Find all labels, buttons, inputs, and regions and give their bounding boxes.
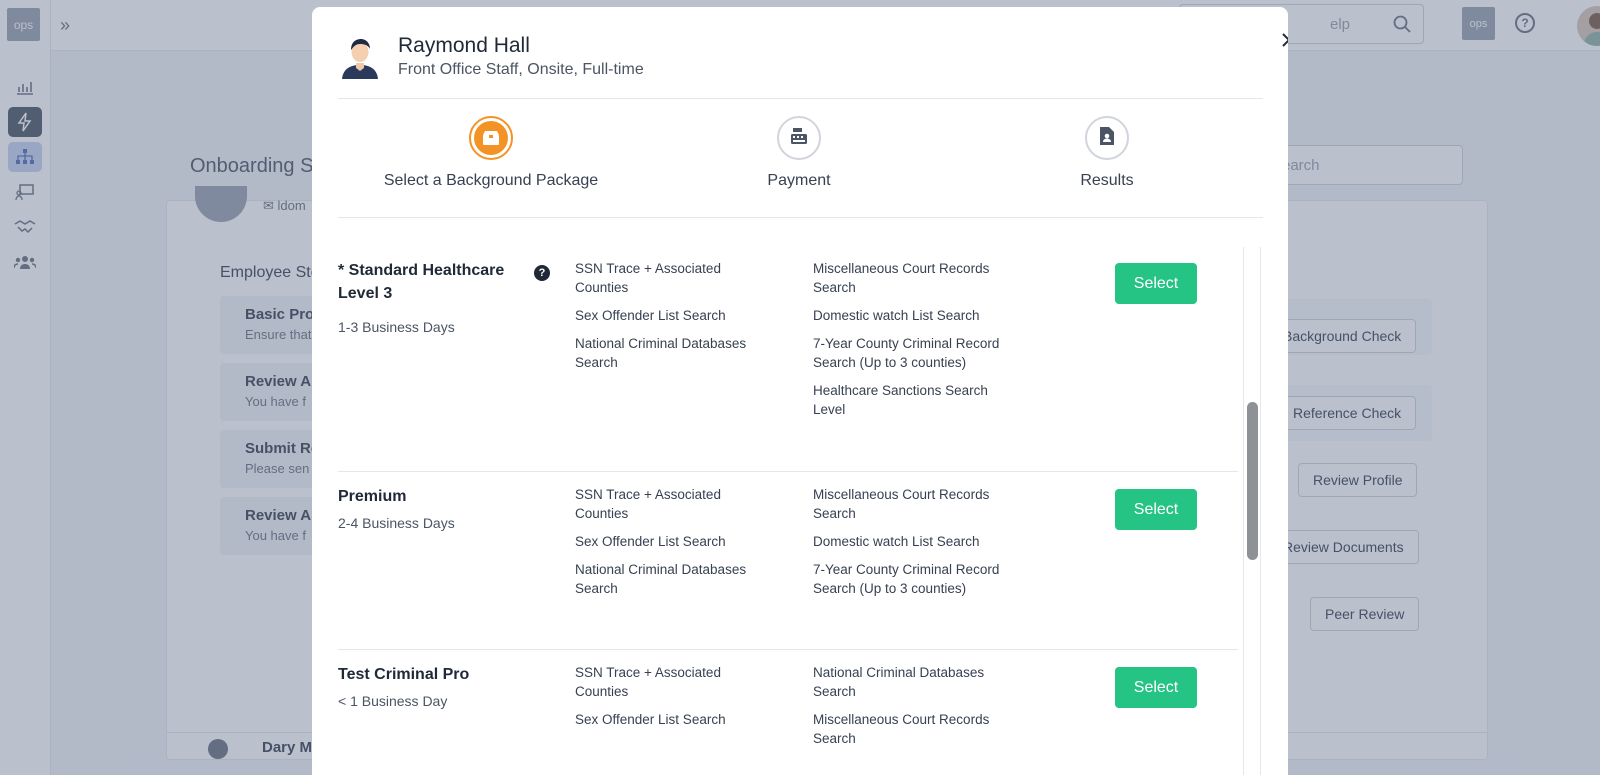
package-days: < 1 Business Day xyxy=(338,693,448,709)
package-features: SSN Trace + Associated Counties Sex Offe… xyxy=(575,259,775,381)
candidate-name: Raymond Hall xyxy=(398,34,530,57)
package-feature: 7-Year County Criminal Record Search (Up… xyxy=(813,336,1000,370)
package-row: * Standard Healthcare Level 3 ? 1-3 Busi… xyxy=(338,259,1238,472)
package-name: Premium xyxy=(338,488,407,505)
step-results[interactable]: Results xyxy=(957,99,1257,218)
file-user-icon xyxy=(1099,126,1115,151)
package-features: SSN Trace + Associated Counties Sex Offe… xyxy=(575,663,775,738)
package-feature: National Criminal Databases Search xyxy=(813,665,985,699)
package-feature: Miscellaneous Court Records Search xyxy=(813,487,990,521)
step-select-package[interactable]: Select a Background Package xyxy=(341,99,641,218)
box-icon xyxy=(474,121,508,155)
package-feature: Sex Offender List Search xyxy=(575,308,726,323)
package-feature: SSN Trace + Associated Counties xyxy=(575,487,721,521)
package-feature: SSN Trace + Associated Counties xyxy=(575,261,721,295)
step-indicator xyxy=(469,116,513,160)
package-name: Test Criminal Pro xyxy=(338,666,470,683)
package-feature: 7-Year County Criminal Record Search (Up… xyxy=(813,562,1000,596)
step-label: Select a Background Package xyxy=(383,172,599,189)
stepper: Select a Background Package Payment Resu… xyxy=(338,99,1263,218)
package-feature: Healthcare Sanctions Search Level xyxy=(813,383,988,417)
step-payment[interactable]: Payment xyxy=(649,99,949,218)
package-list-scrollbar[interactable] xyxy=(1243,247,1261,775)
package-row: Test Criminal Pro < 1 Business Day SSN T… xyxy=(338,663,1238,775)
background-package-modal: Raymond Hall Front Office Staff, Onsite,… xyxy=(312,7,1288,775)
scrollbar-thumb[interactable] xyxy=(1247,402,1258,560)
step-label: Payment xyxy=(767,172,831,189)
package-days: 1-3 Business Days xyxy=(338,319,455,335)
package-feature: Sex Offender List Search xyxy=(575,534,726,549)
package-days: 2-4 Business Days xyxy=(338,515,455,531)
package-feature: Domestic watch List Search xyxy=(813,308,980,323)
package-features: Miscellaneous Court Records Search Domes… xyxy=(813,259,1013,428)
modal-header: Raymond Hall Front Office Staff, Onsite,… xyxy=(338,7,1288,99)
select-package-button[interactable]: Select xyxy=(1115,263,1197,304)
package-feature: Domestic watch List Search xyxy=(813,534,980,549)
package-name: * Standard Healthcare Level 3 xyxy=(338,262,505,302)
candidate-avatar xyxy=(338,33,382,79)
close-icon[interactable] xyxy=(1278,29,1288,51)
package-feature: National Criminal Databases Search xyxy=(575,336,747,370)
select-package-button[interactable]: Select xyxy=(1115,667,1197,708)
package-feature: Miscellaneous Court Records Search xyxy=(813,712,990,746)
package-list[interactable]: * Standard Healthcare Level 3 ? 1-3 Busi… xyxy=(338,247,1238,775)
package-features: Miscellaneous Court Records Search Domes… xyxy=(813,485,1013,607)
select-package-button[interactable]: Select xyxy=(1115,489,1197,530)
question-icon[interactable]: ? xyxy=(534,265,550,281)
package-feature: SSN Trace + Associated Counties xyxy=(575,665,721,699)
package-features: National Criminal Databases Search Misce… xyxy=(813,663,1013,757)
package-features: SSN Trace + Associated Counties Sex Offe… xyxy=(575,485,775,607)
step-indicator xyxy=(777,116,821,160)
package-feature: National Criminal Databases Search xyxy=(575,562,747,596)
candidate-role: Front Office Staff, Onsite, Full-time xyxy=(398,61,644,78)
step-indicator xyxy=(1085,116,1129,160)
package-row: Premium 2-4 Business Days SSN Trace + As… xyxy=(338,485,1238,650)
package-feature: Sex Offender List Search xyxy=(575,712,726,727)
step-label: Results xyxy=(1080,172,1134,189)
package-feature: Miscellaneous Court Records Search xyxy=(813,261,990,295)
cash-register-icon xyxy=(789,127,809,150)
